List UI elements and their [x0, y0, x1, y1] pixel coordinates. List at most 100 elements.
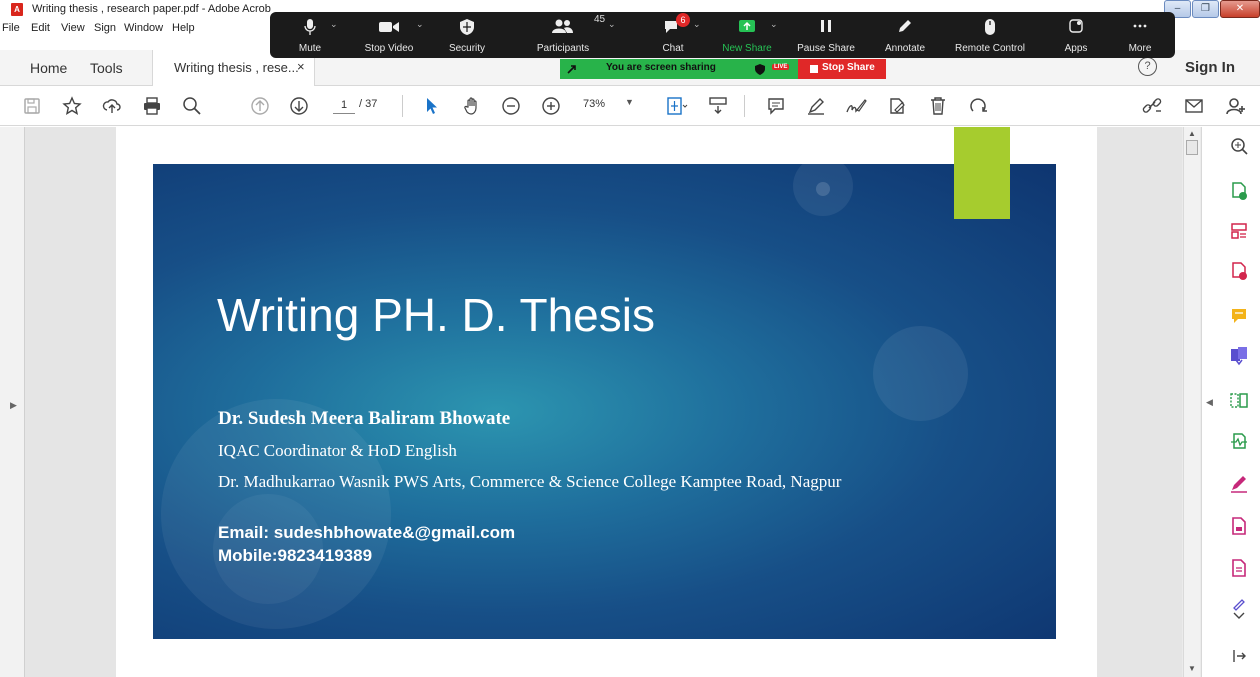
zoom-search-icon[interactable] [180, 94, 204, 118]
video-camera-icon [354, 18, 424, 34]
select-cursor-icon[interactable] [420, 94, 444, 118]
zoom-in-icon[interactable] [539, 94, 563, 118]
vertical-scrollbar[interactable] [1183, 127, 1200, 677]
previous-page-icon[interactable] [248, 94, 272, 118]
delete-trash-icon[interactable] [926, 94, 950, 118]
security-label: Security [448, 43, 486, 54]
pause-share-label: Pause Share [797, 43, 855, 54]
close-window-button[interactable]: ✕ [1220, 0, 1260, 18]
zoom-in-panel-icon[interactable] [1228, 135, 1250, 157]
more-button[interactable]: More [1120, 12, 1160, 58]
new-share-label: New Share [722, 43, 772, 54]
help-icon[interactable]: ? [1138, 57, 1157, 76]
chat-unread-badge: 6 [676, 13, 690, 27]
create-pdf-icon[interactable] [1228, 260, 1250, 282]
export-pdf-icon[interactable] [1228, 180, 1250, 202]
shield-icon [437, 18, 497, 36]
more-dots-icon [1120, 18, 1160, 34]
scroll-down-icon[interactable]: ▼ [1188, 664, 1196, 673]
meeting-controls-bar: ⌄ Mute ⌄ Stop Video Security 45 ⌄ Partic… [270, 12, 1175, 58]
new-share-button[interactable]: ⌄ New Share [716, 12, 778, 58]
page-total: / 37 [359, 98, 378, 110]
menu-sign[interactable]: Sign [94, 22, 116, 34]
share-link-icon[interactable] [1140, 94, 1164, 118]
compare-files-icon[interactable] [1228, 390, 1250, 412]
combine-files-icon[interactable] [1228, 345, 1250, 367]
slide-accent-tab [954, 127, 1010, 219]
fit-page-icon[interactable] [665, 94, 689, 118]
security-button[interactable]: Security [437, 12, 497, 58]
zoom-level-select[interactable]: 73% [583, 98, 605, 110]
mute-button[interactable]: ⌄ Mute [282, 12, 338, 58]
email-icon[interactable] [1182, 94, 1206, 118]
remote-control-label: Remote Control [954, 43, 1026, 54]
slide-image [153, 164, 1056, 639]
collapse-right-panel-icon[interactable]: ◀ [1206, 397, 1213, 408]
annotate-label: Annotate [884, 43, 926, 54]
menu-help[interactable]: Help [172, 22, 195, 34]
stop-video-button[interactable]: ⌄ Stop Video [354, 12, 424, 58]
chevron-down-icon[interactable]: ⌄ [416, 19, 424, 30]
menu-bar: File Edit View Sign Window Help [0, 20, 280, 50]
expand-left-panel-icon[interactable]: ▶ [10, 400, 17, 411]
stop-video-label: Stop Video [364, 43, 414, 54]
save-icon[interactable] [20, 94, 44, 118]
stop-square-icon [810, 65, 818, 73]
rotate-icon[interactable] [966, 94, 990, 118]
stop-share-label[interactable]: Stop Share [822, 62, 875, 73]
account-add-icon[interactable] [1223, 94, 1247, 118]
menu-edit[interactable]: Edit [31, 22, 50, 34]
chat-label: Chat [662, 43, 684, 54]
participants-button[interactable]: 45 ⌄ Participants [528, 12, 616, 58]
share-screen-icon [716, 18, 778, 34]
menu-window[interactable]: Window [124, 22, 163, 34]
tab-tools[interactable]: Tools [90, 60, 123, 76]
scroll-mode-icon[interactable] [706, 94, 730, 118]
bookmark-star-icon[interactable] [60, 94, 84, 118]
menu-file[interactable]: File [2, 22, 20, 34]
chevron-down-icon[interactable]: ⌄ [608, 19, 616, 30]
toolbar-divider [744, 95, 745, 117]
decor-circle [816, 182, 830, 196]
restore-button[interactable]: ❐ [1192, 0, 1219, 18]
fill-sign-icon[interactable] [1228, 473, 1250, 495]
chevron-down-icon[interactable]: ⌄ [330, 19, 338, 30]
decor-circle [873, 326, 968, 421]
send-for-review-icon[interactable] [1228, 515, 1250, 537]
pause-share-button[interactable]: Pause Share [795, 12, 857, 58]
sign-in-button[interactable]: Sign In [1185, 59, 1235, 76]
live-badge: LIVE [772, 64, 790, 70]
collapse-tools-icon[interactable] [1228, 645, 1250, 667]
page-number-input[interactable]: 1 [333, 96, 355, 114]
scroll-up-icon[interactable]: ▲ [1188, 129, 1196, 138]
more-tools-chevron-icon[interactable] [1228, 598, 1250, 620]
zoom-out-icon[interactable] [499, 94, 523, 118]
chat-button[interactable]: 6 ⌄ Chat [645, 12, 701, 58]
chevron-down-icon[interactable]: ⌄ [693, 19, 701, 30]
upload-cloud-icon[interactable] [100, 94, 124, 118]
tab-home[interactable]: Home [30, 60, 67, 76]
scroll-thumb[interactable] [1186, 140, 1198, 155]
hand-tool-icon[interactable] [460, 94, 484, 118]
remote-control-button[interactable]: Remote Control [950, 12, 1030, 58]
sign-icon[interactable] [844, 94, 868, 118]
highlight-pen-icon[interactable] [804, 94, 828, 118]
edit-stamp-icon[interactable] [885, 94, 909, 118]
menu-view[interactable]: View [61, 22, 85, 34]
annotate-button[interactable]: Annotate [875, 12, 935, 58]
next-page-icon[interactable] [287, 94, 311, 118]
print-icon[interactable] [140, 94, 164, 118]
comment-icon[interactable] [764, 94, 788, 118]
close-tab-icon[interactable]: × [297, 59, 305, 74]
comment-panel-icon[interactable] [1228, 305, 1250, 327]
chevron-down-icon[interactable]: ▼ [625, 97, 634, 107]
slide-college: Dr. Madhukarrao Wasnik PWS Arts, Commerc… [218, 472, 842, 491]
apps-button[interactable]: Apps [1056, 12, 1096, 58]
organize-pages-icon[interactable] [1228, 220, 1250, 242]
protect-icon[interactable] [1228, 557, 1250, 579]
chevron-down-icon[interactable]: ⌄ [770, 19, 778, 30]
slide-email: Email: sudeshbhowate&@gmail.com [218, 523, 516, 542]
slide-role: IQAC Coordinator & HoD English [218, 441, 457, 460]
pencil-icon [875, 18, 935, 34]
scan-ocr-icon[interactable] [1228, 430, 1250, 452]
